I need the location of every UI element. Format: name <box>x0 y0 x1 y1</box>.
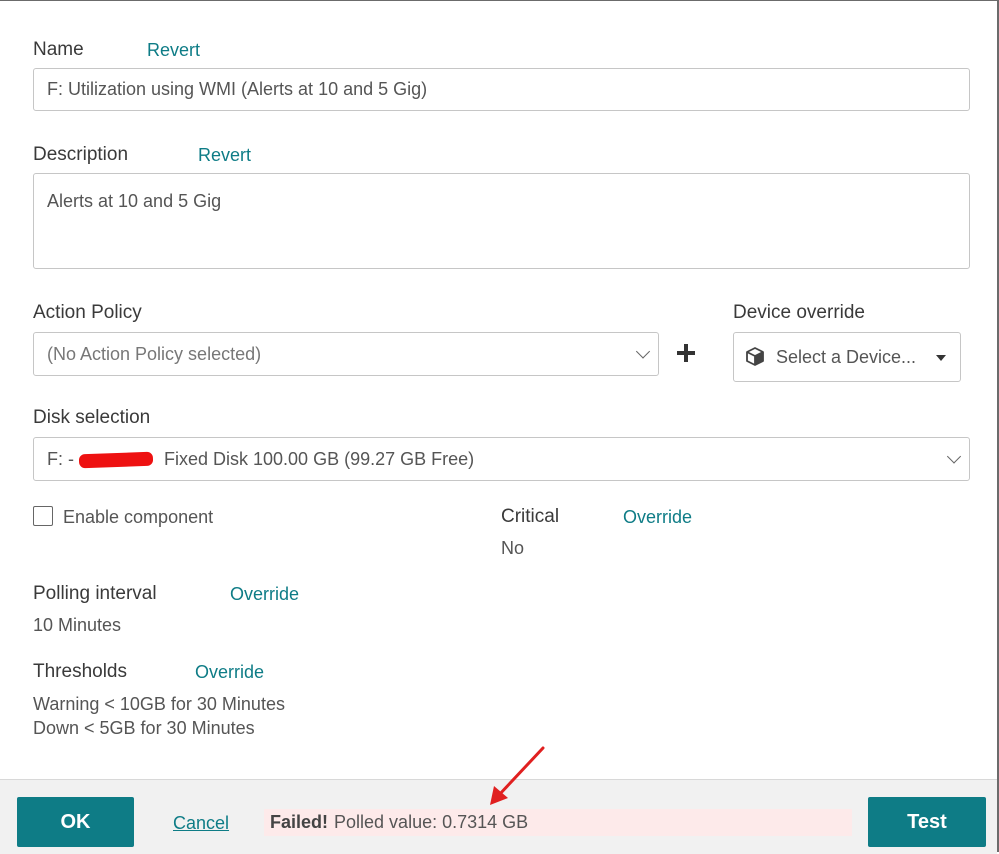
enable-component-label: Enable component <box>63 507 214 527</box>
status-failed-label: Failed! <box>270 812 329 832</box>
thresholds-warning: Warning < 10GB for 30 Minutes <box>33 694 285 714</box>
thresholds-label: Thresholds <box>33 661 127 682</box>
status-message: Failed! Polled value: 0.7314 GB <box>264 809 852 836</box>
thresholds-override-link[interactable]: Override <box>195 662 264 683</box>
disk-selection-prefix: F: - <box>47 448 79 469</box>
description-textarea[interactable]: Alerts at 10 and 5 Gig <box>33 173 970 269</box>
plus-icon[interactable] <box>677 344 695 362</box>
device-override-label: Device override <box>733 302 865 323</box>
action-policy-select[interactable]: (No Action Policy selected) <box>33 332 659 376</box>
chevron-down-icon <box>946 449 962 464</box>
description-revert-link[interactable]: Revert <box>198 145 251 166</box>
ok-button[interactable]: OK <box>17 797 134 847</box>
action-policy-placeholder: (No Action Policy selected) <box>47 343 262 364</box>
device-override-select[interactable]: Select a Device... <box>733 332 961 382</box>
critical-label: Critical <box>501 506 560 527</box>
annotation-arrow-icon <box>490 746 545 805</box>
test-button[interactable]: Test <box>868 797 986 847</box>
name-input[interactable]: F: Utilization using WMI (Alerts at 10 a… <box>33 68 970 111</box>
thresholds-down: Down < 5GB for 30 Minutes <box>33 718 255 738</box>
device-override-placeholder: Select a Device... <box>776 346 917 367</box>
cancel-link[interactable]: Cancel <box>173 813 229 834</box>
chevron-down-icon <box>635 344 651 359</box>
disk-selection-value: Fixed Disk 100.00 GB (99.27 GB Free) <box>164 448 475 469</box>
caret-down-icon <box>936 355 946 361</box>
polling-interval-value: 10 Minutes <box>33 615 122 635</box>
name-input-value: F: Utilization using WMI (Alerts at 10 a… <box>47 79 428 99</box>
critical-value: No <box>501 538 525 558</box>
name-label: Name <box>33 39 84 60</box>
description-label: Description <box>33 144 129 165</box>
cube-icon <box>744 346 766 368</box>
status-polled-value: Polled value: 0.7314 GB <box>334 812 529 832</box>
enable-component-checkbox[interactable] <box>33 506 53 526</box>
disk-selection-label: Disk selection <box>33 407 151 428</box>
description-textarea-value: Alerts at 10 and 5 Gig <box>47 191 222 211</box>
polling-interval-override-link[interactable]: Override <box>230 584 299 605</box>
component-edit-dialog: Name Revert F: Utilization using WMI (Al… <box>0 0 999 854</box>
polling-interval-label: Polling interval <box>33 583 157 604</box>
action-policy-label: Action Policy <box>33 302 142 323</box>
critical-override-link[interactable]: Override <box>623 507 692 528</box>
disk-selection-select[interactable]: F: - Fixed Disk 100.00 GB (99.27 GB Free… <box>33 437 970 481</box>
name-revert-link[interactable]: Revert <box>147 40 200 61</box>
redaction-mark <box>78 451 154 469</box>
